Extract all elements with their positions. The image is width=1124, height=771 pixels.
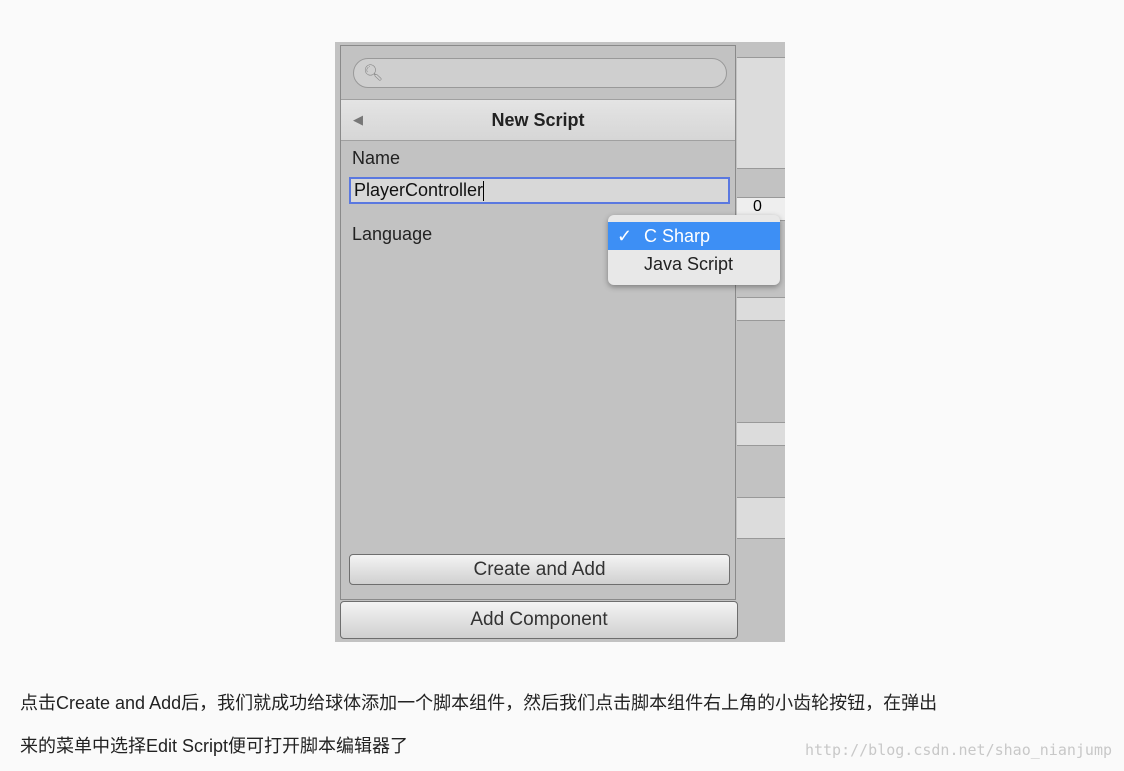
name-label: Name [352, 148, 401, 168]
watermark: http://blog.csdn.net/shao_nianjump [804, 741, 1112, 759]
text-caret [483, 181, 485, 202]
option-c-sharp[interactable]: ✓ C Sharp [608, 222, 780, 250]
article-text-line: 点击Create and Add后，我们就成功给球体添加一个脚本组件，然后我们点… [20, 693, 938, 713]
unity-screenshot: 0 🔍︎ ◀ New Script Name PlayerController … [335, 42, 785, 642]
add-component-popup: 🔍︎ ◀ New Script Name PlayerController La… [340, 45, 736, 600]
inspector-bg [737, 422, 785, 446]
option-java-script[interactable]: Java Script [608, 250, 780, 278]
add-component-button[interactable]: Add Component [340, 601, 738, 639]
inspector-bg [737, 297, 785, 321]
create-and-add-button[interactable]: Create and Add [349, 554, 730, 585]
language-label: Language [352, 224, 433, 244]
search-input[interactable]: 🔍︎ [353, 58, 727, 88]
check-icon: ✓ [617, 226, 633, 246]
inspector-bg [737, 57, 785, 169]
language-dropdown: ✓ C Sharp Java Script [608, 215, 780, 285]
inspector-bg [737, 497, 785, 539]
search-icon: 🔍︎ [363, 65, 384, 82]
popup-header: ◀ New Script [341, 99, 735, 141]
popup-title: New Script [491, 110, 585, 130]
script-name-input[interactable]: PlayerController [349, 177, 730, 204]
